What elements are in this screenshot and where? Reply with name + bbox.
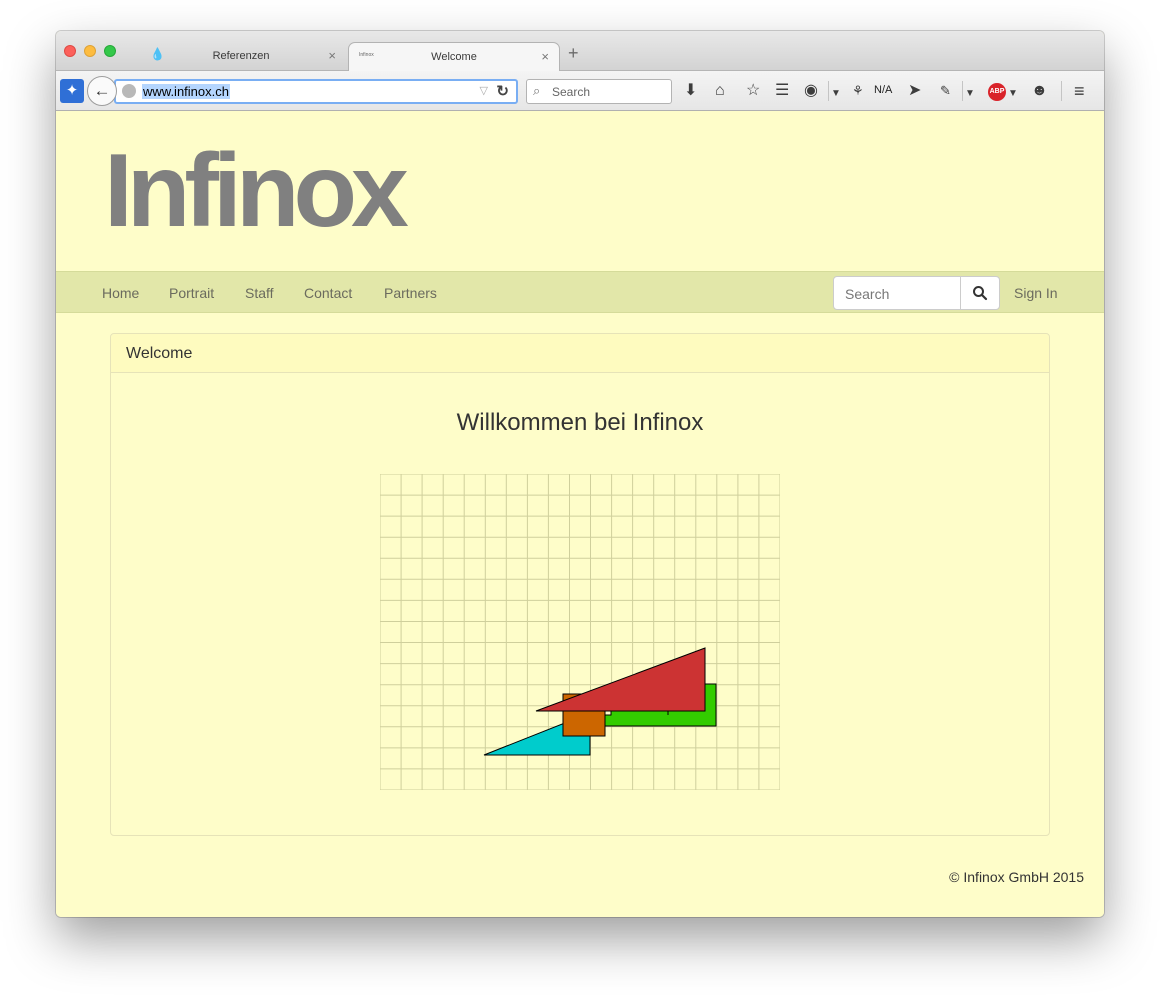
bug-extension-icon[interactable]: ✎ [940, 81, 951, 101]
smiley-extension-icon[interactable]: ☻ [1031, 81, 1048, 101]
url-dropdown-icon[interactable]: ▽ [480, 84, 488, 97]
chevron-down-icon[interactable]: ▼ [831, 84, 841, 104]
toolbar-separator [1061, 81, 1062, 101]
download-icon[interactable]: ⬇ [684, 81, 697, 101]
bookmark-star-icon[interactable]: ☆ [746, 81, 760, 101]
site-search-placeholder: Search [845, 286, 890, 302]
nav-contact[interactable]: Contact [304, 285, 352, 301]
url-input[interactable]: www.infinox.ch [142, 84, 230, 99]
nav-partners[interactable]: Partners [384, 285, 437, 301]
search-icon: ⌕ [533, 83, 541, 98]
welcome-heading: Willkommen bei Infinox [456, 409, 704, 436]
navigation-toolbar: ✦ www.infinox.ch ▽ ↻ ← ⌕ Search ⬇ ⌂ ☆ ☰ … [56, 71, 1104, 111]
status-readout: N/A [874, 84, 893, 96]
site-navbar: Home Portrait Staff Contact Partners Sea… [56, 271, 1104, 313]
site-footer: © Infinox GmbH 2015 [949, 869, 1084, 885]
panel-header: Welcome [111, 334, 1049, 373]
url-bar[interactable]: www.infinox.ch ▽ ↻ [114, 79, 518, 104]
home-icon[interactable]: ⌂ [715, 81, 725, 101]
search-icon [973, 286, 988, 301]
sign-in-link[interactable]: Sign In [1014, 285, 1058, 301]
tab-referenzen[interactable]: 💧 Referenzen × [136, 42, 346, 72]
site-logo[interactable]: Infinox [104, 139, 409, 243]
browser-search-input[interactable]: ⌕ Search [526, 79, 672, 104]
back-arrow-icon: ← [93, 81, 111, 100]
welcome-panel: Welcome Willkommen bei Infinox [110, 333, 1050, 836]
toolbar-separator [962, 81, 963, 101]
browser-search-placeholder: Search [552, 85, 591, 99]
new-tab-button[interactable]: + [568, 44, 579, 62]
globe-icon [122, 84, 136, 98]
extension-compass-icon[interactable]: ✦ [60, 79, 84, 103]
tab-title: Referenzen [212, 50, 270, 62]
minimize-window-button[interactable] [84, 45, 96, 57]
site-search-button[interactable] [960, 276, 1000, 310]
browser-window: 💧 Referenzen × Infinox Welcome × + ✦ www… [56, 31, 1104, 917]
send-icon[interactable]: ➤ [908, 81, 921, 101]
back-button[interactable]: ← [87, 76, 117, 106]
tab-close-icon[interactable]: × [541, 49, 549, 64]
close-window-button[interactable] [64, 45, 76, 57]
panel-title: Welcome [126, 345, 193, 362]
web-page: Infinox Home Portrait Staff Contact Part… [56, 111, 1104, 917]
tab-welcome[interactable]: Infinox Welcome × [348, 42, 560, 72]
hamburger-menu-icon[interactable]: ≡ [1074, 81, 1085, 101]
earth-extension-icon[interactable]: ◉ [804, 81, 818, 101]
geometry-figure [380, 474, 780, 790]
nav-home[interactable]: Home [102, 285, 139, 301]
adblock-icon[interactable]: ABP [988, 83, 1006, 101]
tab-title: Welcome [431, 51, 477, 63]
zoom-window-button[interactable] [104, 45, 116, 57]
reload-icon[interactable]: ↻ [496, 82, 509, 100]
tab-close-icon[interactable]: × [328, 48, 336, 63]
nav-portrait[interactable]: Portrait [169, 285, 214, 301]
graph-extension-icon[interactable]: ⚘ [852, 81, 864, 101]
reading-list-icon[interactable]: ☰ [775, 81, 789, 101]
chevron-down-icon[interactable]: ▼ [1008, 84, 1018, 104]
nav-staff[interactable]: Staff [245, 285, 274, 301]
tab-bar: 💧 Referenzen × Infinox Welcome × + [56, 31, 1104, 72]
toolbar-separator [828, 81, 829, 101]
site-search-input[interactable]: Search [833, 276, 961, 310]
chevron-down-icon[interactable]: ▼ [965, 84, 975, 104]
